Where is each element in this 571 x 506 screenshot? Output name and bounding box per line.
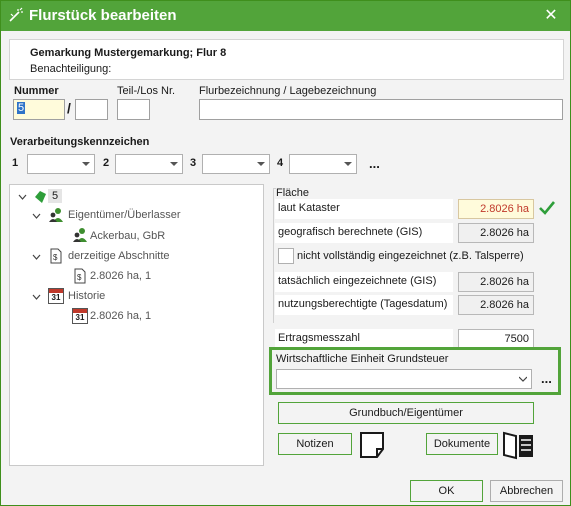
tree-history-item[interactable]: 2.8026 ha, 1 xyxy=(90,310,151,322)
parcel-icon xyxy=(35,191,46,203)
parcel-tree[interactable]: 5 Eigentümer/Überlasser Ackerbau, GbR $ … xyxy=(9,184,264,466)
vk-index-3: 3 xyxy=(190,157,197,169)
geografisch-label: geografisch berechnete (GIS) xyxy=(275,223,453,243)
vk-index-4: 4 xyxy=(277,157,284,169)
vk-index-1: 1 xyxy=(12,157,19,169)
nutzung-label: nutzungsberechtigte (Tagesdatum) xyxy=(275,295,453,315)
tree-root[interactable]: 5 xyxy=(48,189,63,203)
laut-kataster-value: 2.8026 ha xyxy=(458,199,534,219)
chevron-down-icon xyxy=(82,162,90,166)
nicht-vollstaendig-checkbox[interactable] xyxy=(278,248,294,264)
calendar-icon: 31 xyxy=(72,308,88,324)
wirtschaftliche-einheit-label: Wirtschaftliche Einheit Grundsteuer xyxy=(276,353,449,365)
people-icon xyxy=(49,208,63,222)
notizen-button[interactable]: Notizen xyxy=(278,433,352,455)
verarbeitungskennzeichen-label: Verarbeitungskennzeichen xyxy=(10,136,150,148)
ertragsmesszahl-label: Ertragsmesszahl xyxy=(275,329,453,349)
flaeche-label: Fläche xyxy=(276,187,312,199)
chevron-down-icon xyxy=(344,162,352,166)
los-input[interactable] xyxy=(117,99,150,120)
dokumente-button[interactable]: Dokumente xyxy=(426,433,498,455)
book-icon[interactable] xyxy=(502,430,536,460)
close-button[interactable]: ✕ xyxy=(541,6,561,26)
nutzung-value: 2.8026 ha xyxy=(458,295,534,315)
tatsaechlich-label: tatsächlich eingezeichnete (GIS) xyxy=(275,272,453,292)
grundbuch-button[interactable]: Grundbuch/Eigentümer xyxy=(278,402,534,424)
wirtschaftliche-einheit-combo[interactable] xyxy=(276,369,532,389)
tree-history-group[interactable]: Historie xyxy=(68,290,105,302)
note-icon[interactable] xyxy=(359,431,387,459)
geografisch-value: 2.8026 ha xyxy=(458,223,534,243)
vk-combo-4[interactable] xyxy=(289,154,357,174)
dialog-window: Flurstück bearbeiten ✕ Gemarkung Musterg… xyxy=(0,0,571,506)
vk-index-2: 2 xyxy=(103,157,110,169)
wand-icon xyxy=(9,7,23,22)
document-icon: $ xyxy=(50,248,62,264)
teil-input[interactable] xyxy=(75,99,108,120)
nummer-separator: / xyxy=(67,100,71,116)
wirtschaftliche-einheit-panel: Wirtschaftliche Einheit Grundsteuer ... xyxy=(269,347,561,395)
benachteiligung-label: Benachteiligung: xyxy=(30,63,112,75)
chevron-down-icon xyxy=(519,376,527,382)
vk-combo-1[interactable] xyxy=(27,154,95,174)
checkmark-icon xyxy=(539,201,556,215)
nummer-input[interactable]: 5 xyxy=(13,99,65,120)
collapse-icon[interactable] xyxy=(32,293,41,302)
close-icon: ✕ xyxy=(544,7,558,24)
vk-more-button[interactable]: ... xyxy=(369,156,380,171)
vk-combo-3[interactable] xyxy=(202,154,270,174)
person-icon xyxy=(73,228,87,242)
collapse-icon[interactable] xyxy=(32,253,41,262)
nicht-vollstaendig-label: nicht vollständig eingezeichnet (z.B. Ta… xyxy=(297,250,524,262)
nummer-label: Nummer xyxy=(14,85,59,97)
ok-button[interactable]: OK xyxy=(410,480,483,502)
gemarkung-title: Gemarkung Mustergemarkung; Flur 8 xyxy=(30,47,227,59)
wirtschaftliche-einheit-more-button[interactable]: ... xyxy=(541,371,552,386)
header-panel: Gemarkung Mustergemarkung; Flur 8 Benach… xyxy=(9,39,564,80)
ertragsmesszahl-input[interactable]: 7500 xyxy=(458,329,534,349)
laut-kataster-label: laut Kataster xyxy=(275,199,453,219)
chevron-down-icon xyxy=(257,162,265,166)
tree-owner-item[interactable]: Ackerbau, GbR xyxy=(90,230,165,242)
title-bar[interactable]: Flurstück bearbeiten ✕ xyxy=(1,1,570,31)
tree-sections-group[interactable]: derzeitige Abschnitte xyxy=(68,250,170,262)
collapse-icon[interactable] xyxy=(32,212,41,221)
tatsaechlich-value: 2.8026 ha xyxy=(458,272,534,292)
tree-owner-group[interactable]: Eigentümer/Überlasser xyxy=(68,209,181,221)
abbrechen-button[interactable]: Abbrechen xyxy=(490,480,563,502)
vk-combo-2[interactable] xyxy=(115,154,183,174)
teil-los-label: Teil-/Los Nr. xyxy=(117,85,176,97)
nummer-value: 5 xyxy=(17,102,26,114)
tree-section-item[interactable]: 2.8026 ha, 1 xyxy=(90,270,151,282)
window-title: Flurstück bearbeiten xyxy=(29,7,177,24)
svg-text:$: $ xyxy=(77,273,82,282)
calendar-icon: 31 xyxy=(48,288,64,304)
flurbezeichnung-input[interactable] xyxy=(199,99,563,120)
svg-text:$: $ xyxy=(53,253,58,262)
document-icon: $ xyxy=(74,268,86,284)
collapse-icon[interactable] xyxy=(18,193,27,202)
flurbezeichnung-label: Flurbezeichnung / Lagebezeichnung xyxy=(199,85,377,97)
chevron-down-icon xyxy=(170,162,178,166)
